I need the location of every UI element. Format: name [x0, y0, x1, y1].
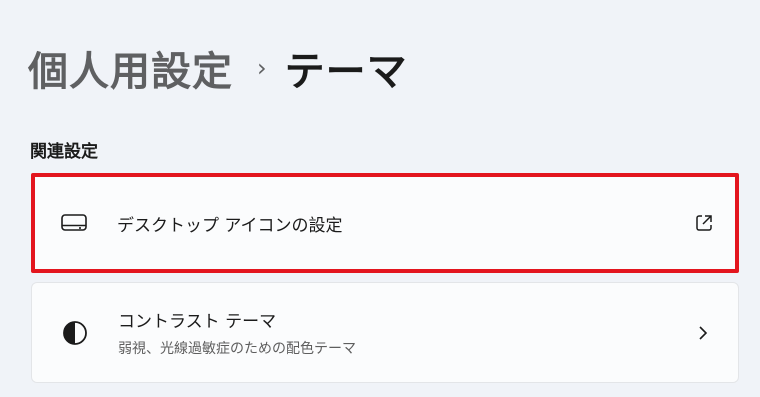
desktop-icon-settings-link[interactable]: デスクトップ アイコンの設定 [31, 173, 739, 273]
page-title: テーマ [284, 49, 408, 95]
contrast-theme-subtitle: 弱視、光線過敏症のための配色テーマ [118, 341, 356, 357]
contrast-theme-title: コントラスト テーマ [118, 312, 277, 332]
contrast-icon [58, 318, 92, 348]
desktop-monitor-icon [57, 208, 91, 238]
settings-page: 個人用設定 › テーマ 関連設定 デスクトップ アイコンの設定 コントラスト テ… [0, 0, 760, 397]
breadcrumb-parent[interactable]: 個人用設定 [28, 39, 233, 97]
desktop-icon-settings-label: デスクトップ アイコンの設定 [117, 215, 343, 236]
section-title-related-settings: 関連設定 [30, 142, 98, 162]
chevron-right-icon [692, 322, 714, 344]
contrast-theme-link[interactable]: コントラスト テーマ 弱視、光線過敏症のための配色テーマ [31, 282, 739, 383]
breadcrumb: 個人用設定 › テーマ [28, 38, 408, 98]
breadcrumb-separator: › [257, 54, 267, 82]
open-external-icon [693, 212, 715, 234]
